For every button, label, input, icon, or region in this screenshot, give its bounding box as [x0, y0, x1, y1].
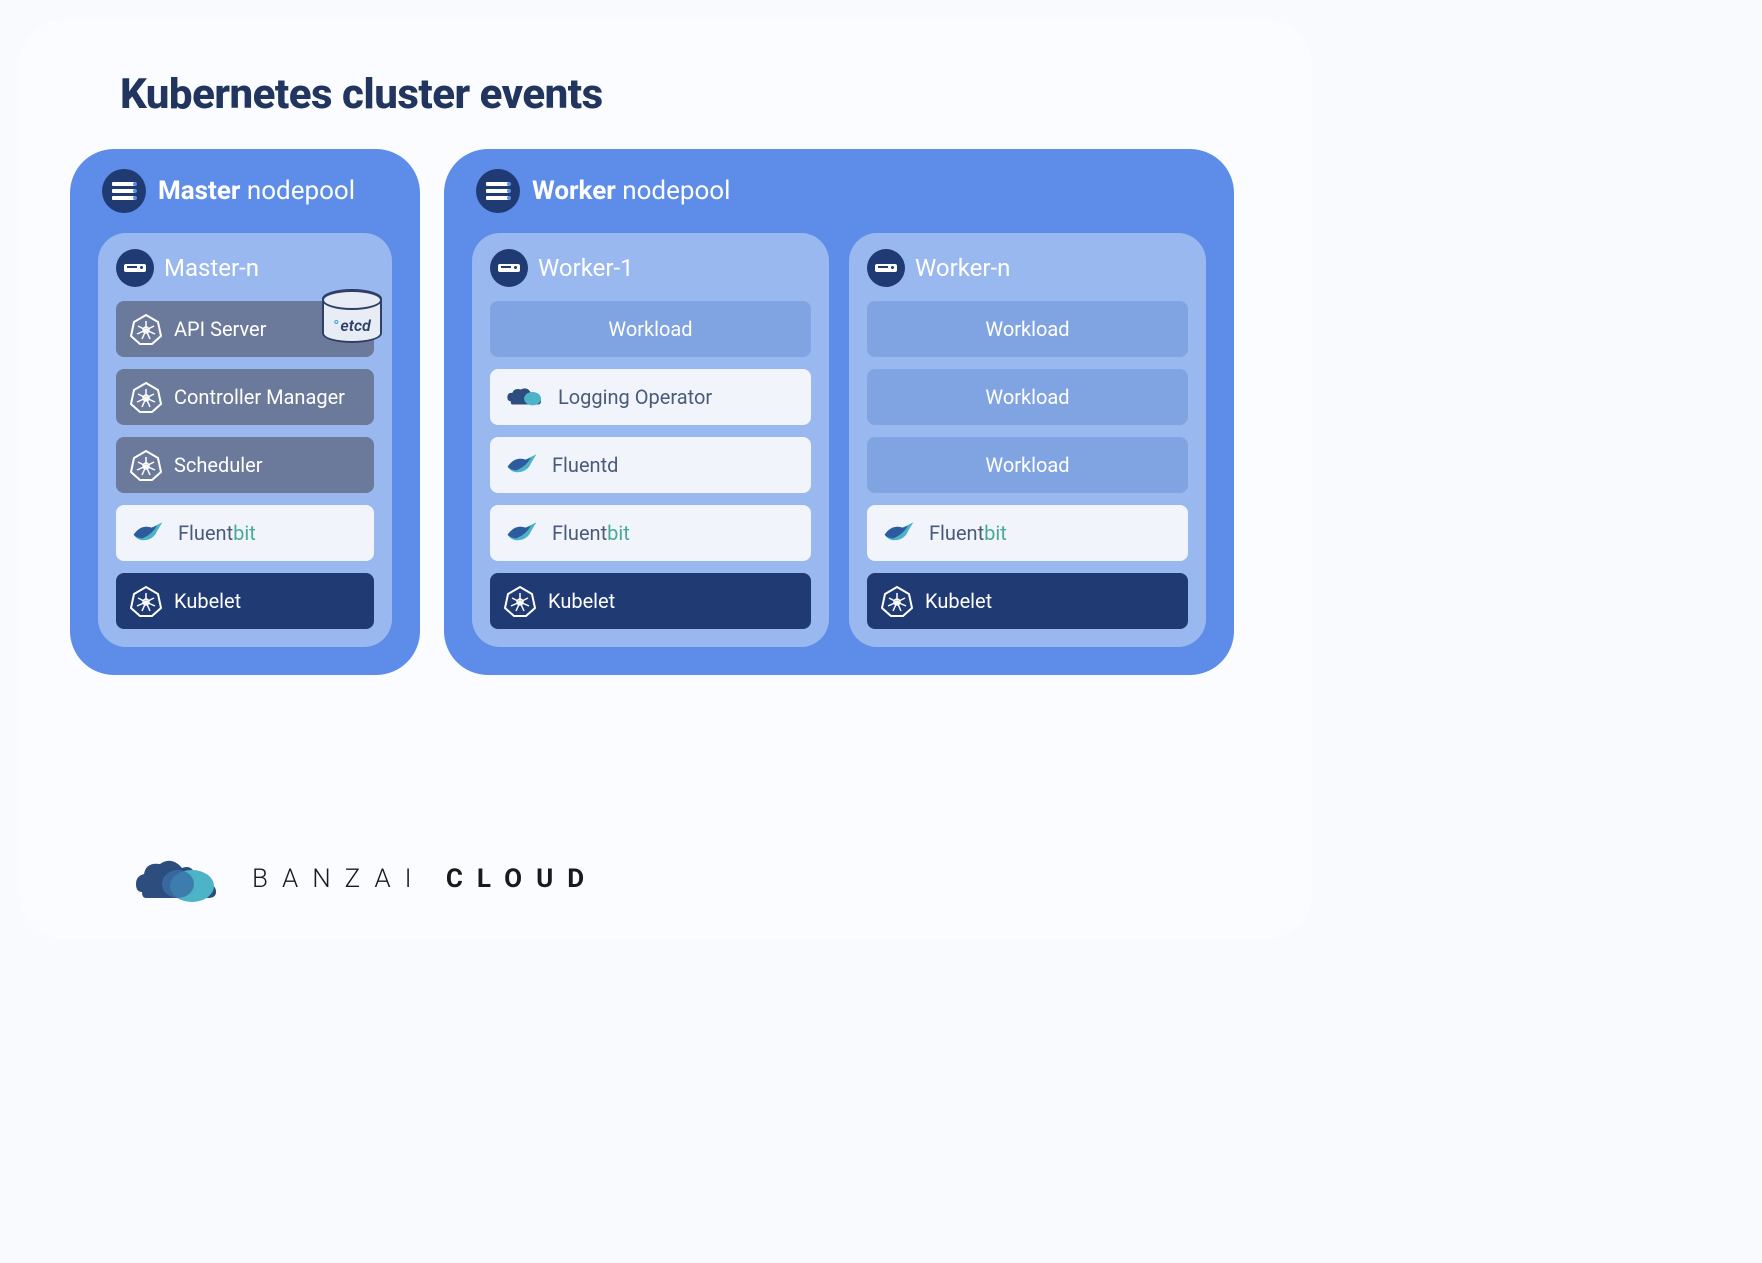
component-controller-manager: Controller Manager	[116, 369, 374, 425]
component-scheduler: Scheduler	[116, 437, 374, 493]
component-label: Workload	[608, 317, 692, 341]
footer-text: BANZAI CLOUD	[252, 864, 598, 894]
node-worker-n: Worker-n Workload Workload Workload Flue…	[849, 233, 1206, 647]
kubernetes-icon	[881, 585, 913, 617]
kubernetes-icon	[130, 313, 162, 345]
component-label: API Server	[174, 317, 266, 341]
fluentbit-icon	[504, 518, 540, 548]
component-label: Kubelet	[548, 589, 615, 613]
component-label: Workload	[985, 453, 1069, 477]
master-pool-header: Master nodepool	[102, 169, 392, 213]
banzai-cloud-icon	[504, 383, 546, 411]
fluentbit-icon	[130, 518, 166, 548]
server-stack-icon	[476, 169, 520, 213]
etcd-icon: etcd	[322, 289, 382, 343]
component-label: Workload	[985, 385, 1069, 409]
server-unit-icon	[116, 249, 154, 287]
component-workload: Workload	[867, 369, 1188, 425]
component-label: Workload	[985, 317, 1069, 341]
node-title: Worker-n	[915, 254, 1010, 282]
component-label: Kubelet	[174, 589, 241, 613]
component-kubelet: Kubelet	[490, 573, 811, 629]
component-fluentbit: Fluentbit	[490, 505, 811, 561]
component-fluentbit: Fluentbit	[116, 505, 374, 561]
worker-pool-header: Worker nodepool	[476, 169, 1206, 213]
component-workload: Workload	[490, 301, 811, 357]
component-kubelet: Kubelet	[867, 573, 1188, 629]
kubernetes-icon	[130, 381, 162, 413]
banzai-cloud-logo-icon	[130, 852, 230, 906]
component-fluentd: Fluentd	[490, 437, 811, 493]
component-label: Fluentbit	[552, 521, 630, 545]
node-title: Master-n	[164, 254, 259, 282]
node-title: Worker-1	[538, 254, 634, 282]
node-master-n: Master-n API Server etcd Controller Mana…	[98, 233, 392, 647]
component-label: Controller Manager	[174, 385, 345, 409]
page-title: Kubernetes cluster events	[120, 70, 1262, 119]
kubernetes-icon	[130, 449, 162, 481]
component-logging-operator: Logging Operator	[490, 369, 811, 425]
master-pool-title: Master nodepool	[158, 176, 355, 206]
kubernetes-icon	[130, 585, 162, 617]
component-label: Fluentbit	[178, 521, 256, 545]
component-workload: Workload	[867, 301, 1188, 357]
server-unit-icon	[490, 249, 528, 287]
fluentd-icon	[504, 450, 540, 480]
node-worker-1: Worker-1 Workload Logging Operator Fluen…	[472, 233, 829, 647]
footer-branding: BANZAI CLOUD	[130, 852, 598, 906]
component-label: Kubelet	[925, 589, 992, 613]
component-workload: Workload	[867, 437, 1188, 493]
fluentbit-icon	[881, 518, 917, 548]
component-kubelet: Kubelet	[116, 573, 374, 629]
diagram-canvas: Kubernetes cluster events Master nodepoo…	[20, 20, 1312, 938]
nodepool-row: Master nodepool Master-n API Server etcd	[70, 149, 1262, 675]
server-stack-icon	[102, 169, 146, 213]
worker-pool-title: Worker nodepool	[532, 176, 730, 206]
component-label: Logging Operator	[558, 385, 712, 409]
server-unit-icon	[867, 249, 905, 287]
kubernetes-icon	[504, 585, 536, 617]
component-label: Scheduler	[174, 453, 263, 477]
component-api-server: API Server etcd	[116, 301, 374, 357]
worker-nodepool: Worker nodepool Worker-1 Workload Loggin…	[444, 149, 1234, 675]
component-label: Fluentd	[552, 453, 618, 477]
master-nodepool: Master nodepool Master-n API Server etcd	[70, 149, 420, 675]
component-fluentbit: Fluentbit	[867, 505, 1188, 561]
component-label: Fluentbit	[929, 521, 1007, 545]
